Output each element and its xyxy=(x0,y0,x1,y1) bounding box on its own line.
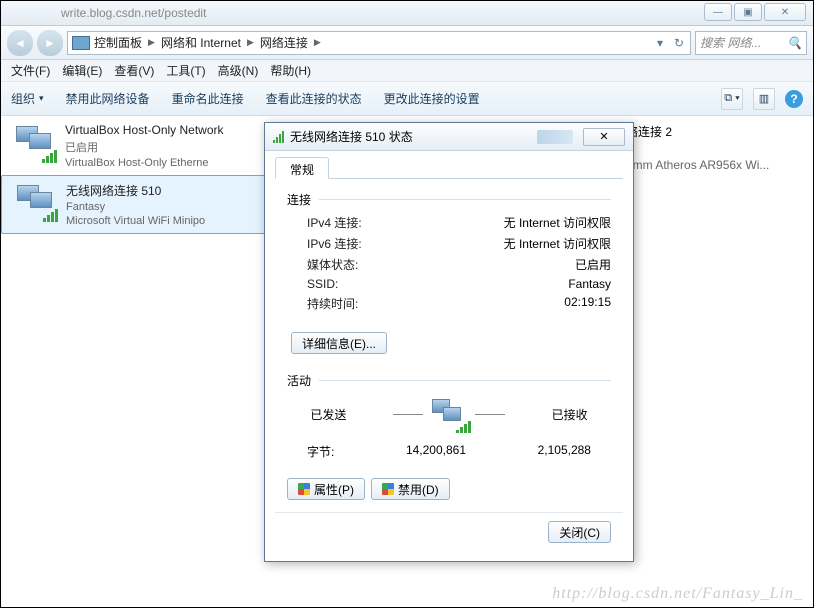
shield-icon xyxy=(382,483,394,495)
details-button[interactable]: 详细信息(E)... xyxy=(291,332,387,354)
window-buttons: — ▣ ✕ xyxy=(704,3,806,21)
conn-status: 已启用 xyxy=(65,139,259,155)
search-icon: 🔍 xyxy=(787,36,802,50)
conn-name: 络连接 2 xyxy=(626,123,769,140)
explorer-nav: ◄ ► 控制面板▶ 网络和 Internet▶ 网络连接▶ ▾ ↻ 搜索 网络.… xyxy=(1,26,813,60)
menu-file[interactable]: 文件(F) xyxy=(11,62,50,79)
maximize-button[interactable]: ▣ xyxy=(734,3,762,21)
menu-advanced[interactable]: 高级(N) xyxy=(218,62,259,79)
pc-icon xyxy=(72,36,90,50)
breadcrumb-dropdown[interactable]: ▾ xyxy=(651,32,669,54)
dialog-close-action[interactable]: 关闭(C) xyxy=(548,521,611,543)
search-box[interactable]: 搜索 网络... 🔍 xyxy=(695,31,807,55)
ipv6-value: 无 Internet 访问权限 xyxy=(504,235,611,252)
ipv4-label: IPv4 连接: xyxy=(307,214,362,231)
duration-label: 持续时间: xyxy=(307,295,358,312)
signal-icon xyxy=(273,131,284,143)
cmd-rename[interactable]: 重命名此连接 xyxy=(172,90,244,107)
ipv4-value: 无 Internet 访问权限 xyxy=(504,214,611,231)
sent-label: 已发送 xyxy=(310,406,346,423)
menu-view[interactable]: 查看(V) xyxy=(114,62,154,79)
duration-value: 02:19:15 xyxy=(564,295,611,312)
bytes-sent: 14,200,861 xyxy=(406,443,466,460)
menu-bar: 文件(F) 编辑(E) 查看(V) 工具(T) 高级(N) 帮助(H) xyxy=(1,60,813,82)
conn-device: omm Atheros AR956x Wi... xyxy=(626,158,769,172)
media-label: 媒体状态: xyxy=(307,256,358,273)
dialog-title: 无线网络连接 510 状态 xyxy=(290,128,413,145)
activity-icon xyxy=(429,397,469,431)
conn-device: VirtualBox Host-Only Etherne xyxy=(65,157,259,169)
ssid-value: Fantasy xyxy=(568,277,611,291)
status-dialog: 无线网络连接 510 状态 ✕ 常规 连接 IPv4 连接: 无 Internet… xyxy=(264,122,634,562)
dialog-close-button[interactable]: ✕ xyxy=(583,128,625,146)
organize-menu[interactable]: 组织 xyxy=(11,90,44,107)
back-button[interactable]: ◄ xyxy=(7,30,33,56)
cmd-disable[interactable]: 禁用此网络设备 xyxy=(66,90,150,107)
refresh-button[interactable]: ↻ xyxy=(670,32,688,54)
cmd-status[interactable]: 查看此连接的状态 xyxy=(266,90,362,107)
view-mode-button[interactable]: ⧉ ▾ xyxy=(721,88,743,110)
browser-chrome: write.blog.csdn.net/postedit — ▣ ✕ xyxy=(1,1,813,26)
tab-general[interactable]: 常规 xyxy=(275,157,329,179)
conn-name: 无线网络连接 510 xyxy=(66,182,258,199)
network-icon xyxy=(14,182,58,222)
search-placeholder: 搜索 网络... xyxy=(700,34,761,51)
connection-item-virtualbox[interactable]: VirtualBox Host-Only Network 已启用 Virtual… xyxy=(1,117,271,175)
ssid-label: SSID: xyxy=(307,277,338,291)
crumb-1[interactable]: 控制面板 xyxy=(94,34,142,51)
cmd-change[interactable]: 更改此连接的设置 xyxy=(384,90,480,107)
address-bar[interactable]: 控制面板▶ 网络和 Internet▶ 网络连接▶ ▾ ↻ xyxy=(67,31,691,55)
conn-status: Fantasy xyxy=(66,201,258,213)
tab-strip: 常规 xyxy=(275,157,623,179)
disable-button[interactable]: 禁用(D) xyxy=(371,478,450,500)
connection-item-wireless-510[interactable]: 无线网络连接 510 Fantasy Microsoft Virtual WiF… xyxy=(1,175,271,234)
watermark: http://blog.csdn.net/Fantasy_Lin_ xyxy=(552,585,803,603)
media-value: 已启用 xyxy=(575,256,611,273)
forward-button[interactable]: ► xyxy=(37,30,63,56)
menu-edit[interactable]: 编辑(E) xyxy=(62,62,102,79)
close-window-button[interactable]: ✕ xyxy=(764,3,806,21)
connection-group-label: 连接 xyxy=(287,191,611,208)
conn-name: VirtualBox Host-Only Network xyxy=(65,123,259,137)
conn-device: Microsoft Virtual WiFi Minipo xyxy=(66,215,258,227)
activity-group-label: 活动 xyxy=(287,372,611,389)
url-text: write.blog.csdn.net/postedit xyxy=(61,6,206,20)
menu-tools[interactable]: 工具(T) xyxy=(166,62,205,79)
recv-label: 已接收 xyxy=(552,406,588,423)
bytes-label: 字节: xyxy=(307,443,334,460)
crumb-2[interactable]: 网络和 Internet xyxy=(161,34,241,51)
command-bar: 组织 禁用此网络设备 重命名此连接 查看此连接的状态 更改此连接的设置 ⧉ ▾ … xyxy=(1,82,813,116)
shield-icon xyxy=(298,483,310,495)
properties-button[interactable]: 属性(P) xyxy=(287,478,365,500)
breadcrumb: 控制面板▶ 网络和 Internet▶ 网络连接▶ xyxy=(94,34,651,51)
help-icon[interactable]: ? xyxy=(785,90,803,108)
blurred-region xyxy=(537,130,573,144)
connection-item-partial[interactable]: 络连接 2 omm Atheros AR956x Wi... xyxy=(626,123,769,172)
bytes-recv: 2,105,288 xyxy=(538,443,591,460)
preview-pane-button[interactable]: ▥ xyxy=(753,88,775,110)
crumb-3[interactable]: 网络连接 xyxy=(260,34,308,51)
ipv6-label: IPv6 连接: xyxy=(307,235,362,252)
menu-help[interactable]: 帮助(H) xyxy=(270,62,311,79)
dialog-titlebar: 无线网络连接 510 状态 ✕ xyxy=(265,123,633,151)
network-icon xyxy=(13,123,57,163)
minimize-button[interactable]: — xyxy=(704,3,732,21)
